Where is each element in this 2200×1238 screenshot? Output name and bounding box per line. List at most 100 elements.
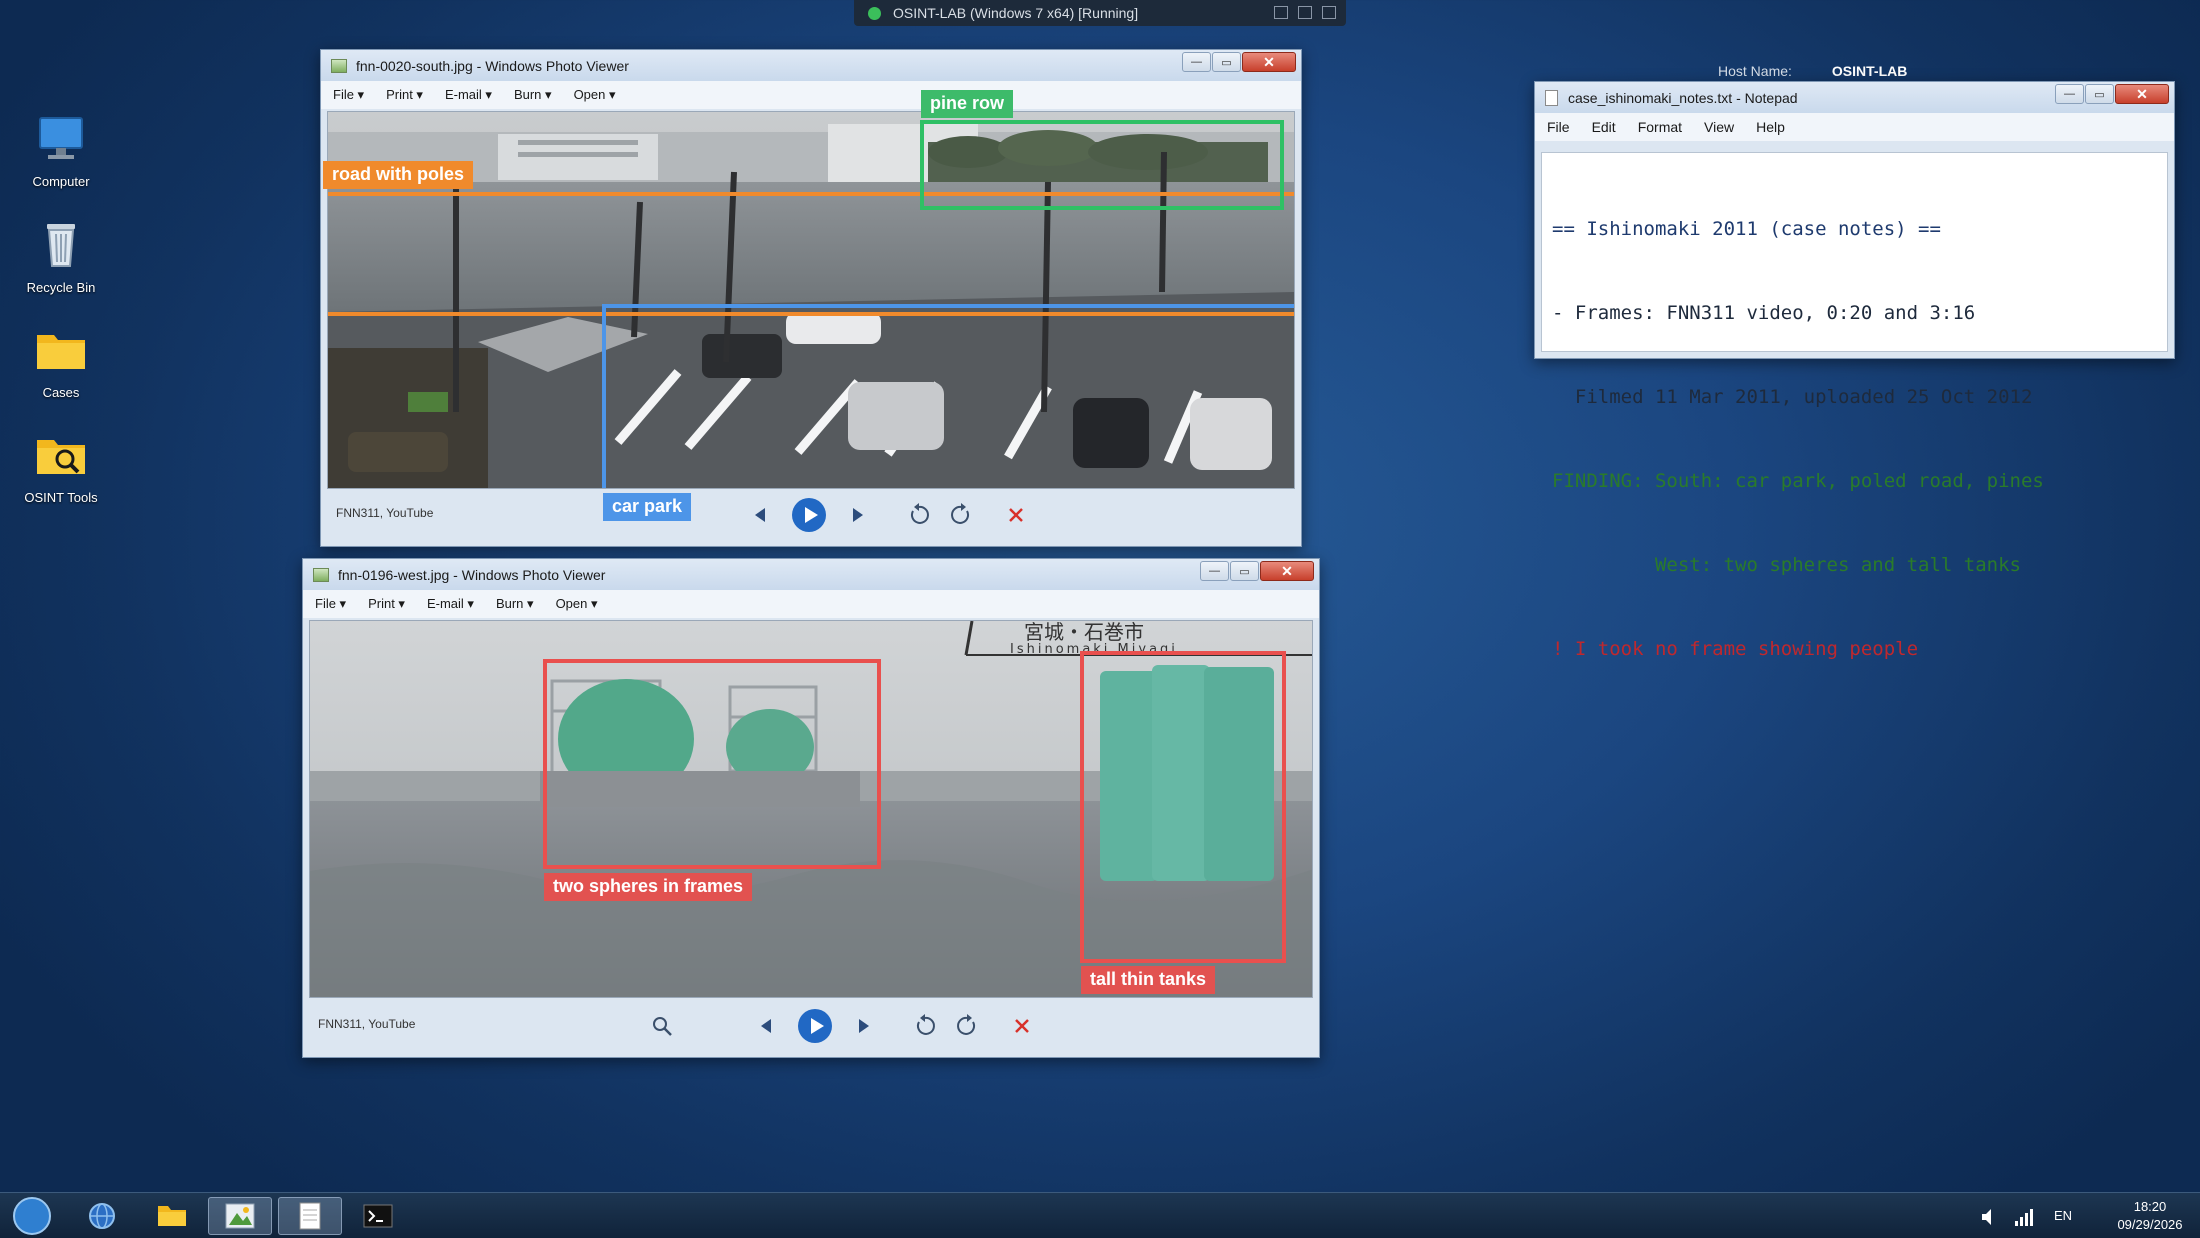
window-title: fnn-0020-south.jpg - Windows Photo Viewe… — [356, 57, 629, 74]
note-line: == Ishinomaki 2011 (case notes) == — [1552, 218, 1941, 240]
menu-burn[interactable]: Burn ▾ — [496, 596, 534, 612]
photo-viewer-icon — [331, 58, 347, 73]
next-icon[interactable] — [855, 1017, 873, 1040]
maximize-button[interactable]: ▭ — [2085, 84, 2114, 104]
notepad-titlebar[interactable]: case_ishinomaki_notes.txt - Notepad — ▭ … — [1535, 82, 2174, 113]
clock-time: 18:20 — [2133, 1199, 2167, 1214]
start-button[interactable] — [0, 1197, 64, 1235]
vm-fullscreen-icon[interactable] — [1322, 6, 1336, 19]
taskbar-browser[interactable] — [70, 1197, 134, 1235]
sign-kanji: 宮城・石巻市 — [1024, 621, 1144, 644]
delete-icon[interactable] — [1007, 506, 1025, 529]
notepad-window[interactable]: case_ishinomaki_notes.txt - Notepad — ▭ … — [1534, 81, 2175, 660]
menu-bar: File ▾ Print ▾ E-mail ▾ Burn ▾ Open ▾ — [321, 81, 1301, 109]
photo-viewer-south-titlebar[interactable]: fnn-0020-south.jpg - Windows Photo Viewe… — [321, 50, 1301, 81]
globe-icon — [89, 1203, 115, 1229]
vm-window-controls[interactable] — [1274, 6, 1336, 19]
note-line: - Frames: FNN311 video, 0:20 and 3:16 — [1552, 302, 1976, 324]
annotation-box-road — [328, 192, 1294, 316]
clock-date: 09/29/2026 — [2117, 1217, 2183, 1232]
network-signal-icon[interactable] — [2014, 1207, 2036, 1230]
clock[interactable]: 18:20 09/29/2026 — [2110, 1198, 2190, 1234]
folder-icon — [158, 1206, 186, 1226]
menu-file[interactable]: File — [1547, 119, 1570, 135]
taskbar-terminal[interactable] — [346, 1197, 410, 1235]
menu-view[interactable]: View — [1704, 119, 1734, 135]
vm-restore-icon[interactable] — [1298, 6, 1312, 19]
close-button[interactable]: ✕ — [2115, 84, 2169, 104]
slideshow-play-icon[interactable] — [797, 1008, 833, 1049]
next-icon[interactable] — [849, 506, 867, 529]
photo-viewer-icon — [313, 567, 329, 582]
photo-viewer-south-window[interactable]: fnn-0020-south.jpg - Windows Photo Viewe… — [320, 49, 1302, 547]
window-title: case_ishinomaki_notes.txt - Notepad — [1568, 89, 1798, 106]
minimize-button[interactable]: — — [1182, 52, 1211, 72]
rotate-counterclockwise-icon[interactable] — [913, 1014, 937, 1043]
vm-title-bar: OSINT-LAB (Windows 7 x64) [Running] — [854, 0, 1346, 26]
maximize-button[interactable]: ▭ — [1212, 52, 1241, 72]
photo-west: 宮城・石巻市 Ishinomaki Miyagi — [309, 620, 1313, 998]
desktop-icon-cases[interactable]: Cases — [6, 323, 116, 400]
folder-icon — [34, 323, 88, 377]
recycle-bin-icon — [34, 218, 88, 272]
rotate-clockwise-icon[interactable] — [955, 1014, 979, 1043]
maximize-button[interactable]: ▭ — [1230, 561, 1259, 581]
annotation-label-pines: pine row — [921, 90, 1014, 118]
system-tray: EN 18:20 09/29/2026 — [1940, 1193, 2200, 1238]
vm-title: OSINT-LAB (Windows 7 x64) [Running] — [893, 5, 1139, 21]
menu-print[interactable]: Print ▾ — [386, 87, 423, 103]
taskbar-notepad[interactable] — [278, 1197, 342, 1235]
minimize-button[interactable]: — — [1200, 561, 1229, 581]
playback-controls — [751, 497, 1025, 538]
close-button[interactable]: ✕ — [1260, 561, 1314, 581]
notepad-menu-bar: File Edit Format View Help — [1535, 113, 2174, 141]
taskbar-photo-viewer[interactable] — [208, 1197, 272, 1235]
previous-icon[interactable] — [751, 506, 769, 529]
annotation-box-carpark — [602, 304, 1294, 488]
language-indicator[interactable]: EN — [2054, 1208, 2072, 1223]
volume-icon[interactable] — [1980, 1207, 2000, 1230]
folder-search-icon — [34, 428, 88, 482]
delete-icon[interactable] — [1013, 1017, 1031, 1040]
menu-format[interactable]: Format — [1638, 119, 1682, 135]
start-orb-icon — [13, 1197, 51, 1235]
photo-viewer-west-window[interactable]: fnn-0196-west.jpg - Windows Photo Viewer… — [302, 558, 1320, 1058]
notepad-text-area[interactable]: == Ishinomaki 2011 (case notes) == - Fra… — [1541, 152, 2168, 660]
terminal-icon — [363, 1204, 393, 1228]
rotate-clockwise-icon[interactable] — [949, 503, 973, 532]
vm-minimize-icon[interactable] — [1274, 6, 1288, 19]
menu-edit[interactable]: Edit — [1592, 119, 1616, 135]
taskbar: EN 18:20 09/29/2026 — [0, 1192, 2200, 1238]
menu-file[interactable]: File ▾ — [315, 596, 346, 612]
annotation-label-road: road with poles — [323, 161, 474, 189]
note-line: ! I took no frame showing people — [1552, 638, 1919, 660]
annotation-box-tanks — [1080, 651, 1286, 963]
close-button[interactable]: ✕ — [1242, 52, 1296, 72]
menu-file[interactable]: File ▾ — [333, 87, 364, 103]
slideshow-play-icon[interactable] — [791, 497, 827, 538]
photo-viewer-west-titlebar[interactable]: fnn-0196-west.jpg - Windows Photo Viewer… — [303, 559, 1319, 590]
menu-open[interactable]: Open ▾ — [574, 87, 616, 103]
menu-help[interactable]: Help — [1756, 119, 1785, 135]
note-line: West: two spheres and tall tanks — [1552, 554, 2021, 576]
desktop-icon-osint-tools[interactable]: OSINT Tools — [6, 428, 116, 505]
minimize-button[interactable]: — — [2055, 84, 2084, 104]
menu-open[interactable]: Open ▾ — [556, 596, 598, 612]
notepad-icon — [299, 1202, 321, 1230]
menu-email[interactable]: E-mail ▾ — [445, 87, 492, 103]
rotate-counterclockwise-icon[interactable] — [907, 503, 931, 532]
notepad-icon — [1545, 89, 1558, 106]
photo-viewer-icon — [225, 1203, 255, 1229]
desktop-icon-computer[interactable]: Computer — [6, 112, 116, 189]
annotation-box-pines — [920, 120, 1284, 210]
menu-print[interactable]: Print ▾ — [368, 596, 405, 612]
previous-icon[interactable] — [757, 1017, 775, 1040]
desktop-icon-recycle-bin[interactable]: Recycle Bin — [6, 218, 116, 295]
menu-email[interactable]: E-mail ▾ — [427, 596, 474, 612]
menu-burn[interactable]: Burn ▾ — [514, 87, 552, 103]
annotation-box-spheres — [543, 659, 881, 869]
note-line: Filmed 11 Mar 2011, uploaded 25 Oct 2012 — [1552, 386, 2033, 408]
taskbar-explorer[interactable] — [140, 1197, 204, 1235]
annotation-label-tanks: tall thin tanks — [1081, 966, 1216, 994]
zoom-icon[interactable] — [651, 1015, 673, 1042]
